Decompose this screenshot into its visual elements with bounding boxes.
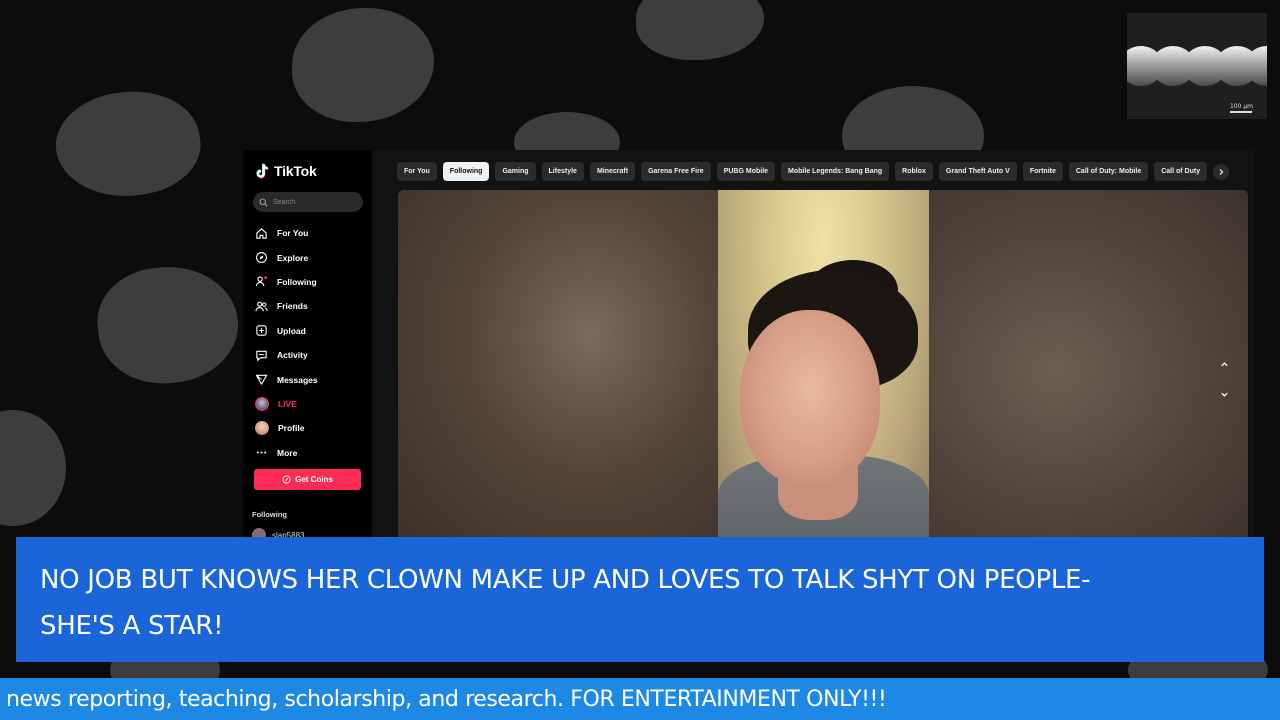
sidebar-item-label: LIVE (278, 398, 297, 409)
tiktok-window: TikTok For You Explore Following (243, 150, 1254, 540)
video-player[interactable] (398, 190, 1248, 540)
category-pill[interactable]: Garena Free Fire (641, 162, 711, 181)
background-blob (49, 82, 207, 206)
category-pills: For You Following Gaming Lifestyle Minec… (397, 162, 1230, 181)
category-pill[interactable]: Grand Theft Auto V (938, 162, 1017, 181)
caption-text: NO JOB BUT KNOWS HER CLOWN MAKE UP AND L… (40, 565, 1091, 641)
search-box[interactable] (253, 192, 363, 212)
tiktok-logo-icon (256, 163, 269, 179)
next-video-button[interactable] (1215, 385, 1233, 403)
sidebar-item-label: More (277, 447, 298, 458)
previous-video-button[interactable] (1215, 355, 1233, 373)
sidebar-item-label: Friends (277, 301, 308, 312)
category-pill[interactable]: PUBG Mobile (716, 162, 776, 181)
user-plus-icon (255, 276, 268, 287)
scale-bar: 100 µm (1230, 103, 1253, 113)
sidebar-item-live[interactable]: LIVE (255, 392, 367, 416)
category-pill[interactable]: Fortnite (1022, 162, 1063, 181)
sidebar-item-label: Profile (278, 423, 305, 434)
live-avatar-icon (255, 396, 269, 411)
message-square-icon (256, 350, 267, 361)
overlay-thumbnail: 100 µm (1127, 13, 1267, 119)
category-pill[interactable]: Call of Duty (1154, 162, 1208, 181)
sidebar-item-explore[interactable]: Explore (255, 245, 367, 269)
sidebar-item-label: Explore (277, 252, 309, 263)
users-icon (255, 301, 268, 312)
category-pill-active[interactable]: Following (442, 162, 490, 181)
chevron-up-icon (1220, 361, 1228, 366)
category-pill[interactable]: Call of Duty: Mobile (1068, 162, 1149, 181)
search-icon (259, 198, 268, 207)
category-pill[interactable]: Minecraft (589, 162, 636, 181)
background-blob (292, 8, 434, 122)
sidebar-item-following[interactable]: Following (255, 270, 367, 294)
chevron-right-icon (1219, 168, 1224, 175)
background-blob (0, 410, 66, 526)
video-frame (718, 190, 929, 540)
sidebar-item-upload[interactable]: Upload (255, 319, 367, 343)
background-blob (636, 0, 764, 60)
sidebar-item-profile[interactable]: Profile (255, 416, 367, 440)
following-section-title: Following (252, 510, 287, 519)
search-input[interactable] (273, 198, 363, 206)
disclaimer-ticker: news reporting, teaching, scholarship, a… (0, 678, 1280, 720)
coin-icon (282, 475, 291, 484)
sidebar-item-activity[interactable]: Activity (255, 343, 367, 367)
category-pill[interactable]: Lifestyle (541, 162, 584, 181)
sidebar-item-friends[interactable]: Friends (255, 294, 367, 318)
video-blur-left (398, 190, 718, 540)
category-pill[interactable]: Roblox (895, 162, 933, 181)
sidebar: TikTok For You Explore Following (243, 150, 372, 540)
more-dots-icon (256, 451, 267, 454)
get-coins-label: Get Coins (295, 475, 333, 484)
video-person-face (740, 310, 880, 485)
ticker-text: news reporting, teaching, scholarship, a… (6, 686, 887, 712)
sidebar-item-label: Messages (277, 374, 318, 385)
caption-banner: NO JOB BUT KNOWS HER CLOWN MAKE UP AND L… (16, 537, 1264, 662)
send-icon (255, 374, 268, 385)
logo-text: TikTok (274, 163, 317, 179)
sidebar-item-label: Following (277, 276, 317, 287)
sidebar-nav: For You Explore Following Friends Upload… (255, 221, 367, 465)
chevron-down-icon (1220, 392, 1228, 397)
home-icon (256, 227, 267, 239)
get-coins-button[interactable]: Get Coins (254, 469, 361, 490)
category-pill[interactable]: Mobile Legends: Bang Bang (781, 162, 890, 181)
sidebar-item-label: For You (277, 228, 309, 239)
plus-square-icon (256, 325, 267, 336)
profile-avatar-icon (255, 421, 269, 436)
sidebar-item-label: Upload (277, 325, 306, 336)
sidebar-item-label: Activity (277, 350, 308, 361)
scale-label: 100 µm (1229, 103, 1253, 110)
sidebar-item-messages[interactable]: Messages (255, 367, 367, 391)
sidebar-item-more[interactable]: More (255, 441, 367, 465)
video-blur-right (929, 190, 1248, 540)
category-pill[interactable]: For You (397, 162, 437, 181)
category-pill[interactable]: Gaming (495, 162, 536, 181)
background-blob (92, 260, 244, 390)
coil-image (1127, 46, 1267, 86)
compass-icon (256, 252, 267, 264)
categories-next-button[interactable] (1213, 163, 1230, 180)
sidebar-item-for-you[interactable]: For You (255, 221, 367, 245)
tiktok-logo[interactable]: TikTok (255, 163, 317, 179)
